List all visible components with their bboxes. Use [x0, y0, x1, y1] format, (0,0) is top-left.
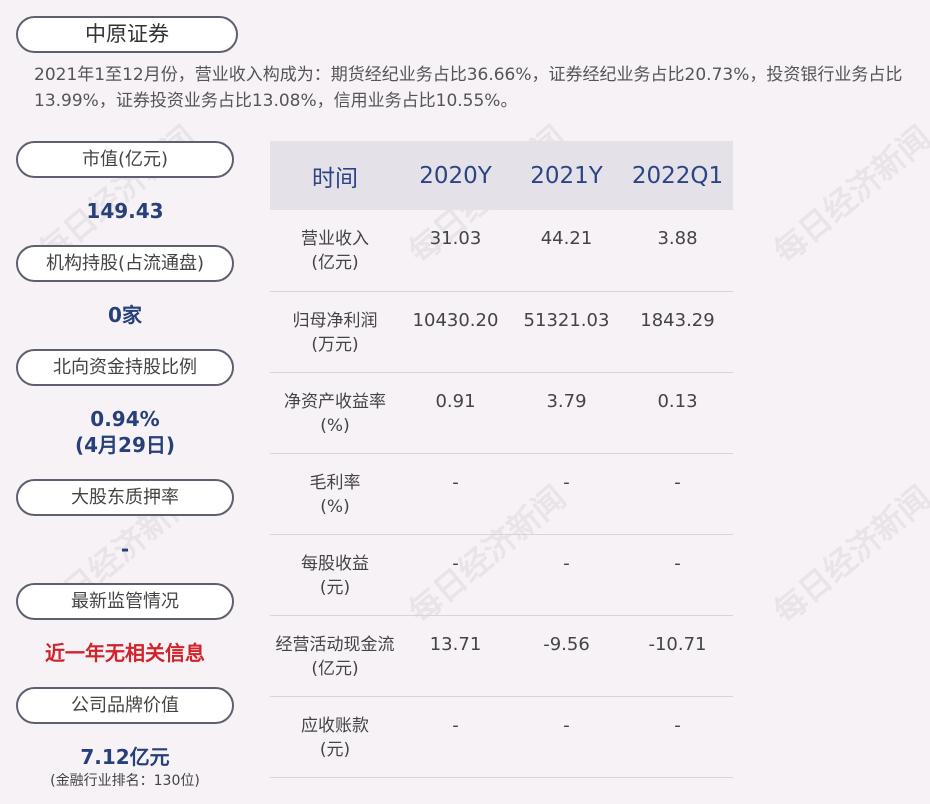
regulation-label: 最新监管情况	[16, 583, 234, 620]
table-cell: 3.88	[622, 210, 733, 292]
table-cell: 1843.29	[622, 291, 733, 373]
northbound-value: 0.94%	[90, 407, 160, 431]
row-label: 应收账款 (元)	[270, 696, 400, 778]
brand-value-label: 公司品牌价值	[16, 687, 234, 724]
northbound-date: (4月29日)	[74, 433, 176, 457]
regulation-value: 近一年无相关信息	[45, 641, 205, 665]
table-cell: -	[511, 696, 622, 778]
row-label: 归母净利润 (万元)	[270, 291, 400, 373]
northbound-label: 北向资金持股比例	[16, 349, 234, 386]
table-cell: -	[400, 696, 511, 778]
row-label: 经营活动现金流 (亿元)	[270, 615, 400, 697]
table-cell: 51321.03	[511, 291, 622, 373]
revenue-summary: 2021年1至12月份，营业收入构成为：期货经纪业务占比36.66%，证券经纪业…	[34, 65, 903, 111]
pledge-value: -	[120, 537, 130, 561]
table-row: 经营活动现金流 (亿元) 13.71 -9.56 -10.71	[270, 615, 733, 697]
table-cell: -	[400, 534, 511, 616]
table-row: 毛利率 (%) - - -	[270, 453, 733, 535]
table-row: 营业收入 (亿元) 31.03 44.21 3.88	[270, 210, 733, 292]
table-cell: -	[622, 696, 733, 778]
table-cell: -	[622, 453, 733, 535]
market-cap-label: 市值(亿元)	[16, 141, 234, 178]
company-name: 中原证券	[16, 16, 238, 53]
column-header: 2022Q1	[622, 141, 733, 210]
financial-table: 时间 2020Y 2021Y 2022Q1 营业收入 (亿元) 31.03 44.…	[270, 141, 733, 778]
institution-holding-value: 0家	[108, 303, 142, 327]
row-label: 每股收益 (元)	[270, 534, 400, 616]
column-header: 2020Y	[400, 141, 511, 210]
table-row: 净资产收益率 (%) 0.91 3.79 0.13	[270, 372, 733, 454]
table-cell: -	[511, 534, 622, 616]
brand-value: 7.12亿元	[80, 745, 170, 769]
table-cell: 0.91	[400, 372, 511, 454]
table-cell: -9.56	[511, 615, 622, 697]
brand-rank: (金融行业排名：130位)	[50, 773, 200, 789]
table-cell: 13.71	[400, 615, 511, 697]
table-cell: -	[622, 534, 733, 616]
watermark: 每日经济新闻	[766, 118, 930, 271]
table-cell: -	[400, 453, 511, 535]
row-label: 净资产收益率 (%)	[270, 372, 400, 454]
table-cell: -10.71	[622, 615, 733, 697]
table-cell: 10430.20	[400, 291, 511, 373]
row-label: 营业收入 (亿元)	[270, 210, 400, 292]
table-cell: 44.21	[511, 210, 622, 292]
row-label: 毛利率 (%)	[270, 453, 400, 535]
market-cap-value: 149.43	[86, 199, 164, 223]
column-header: 时间	[270, 141, 400, 210]
table-cell: -	[511, 453, 622, 535]
watermark: 每日经济新闻	[766, 478, 930, 631]
table-cell: 0.13	[622, 372, 733, 454]
institution-holding-label: 机构持股(占流通盘)	[16, 245, 234, 282]
column-header: 2021Y	[511, 141, 622, 210]
table-row: 归母净利润 (万元) 10430.20 51321.03 1843.29	[270, 291, 733, 373]
table-cell: 3.79	[511, 372, 622, 454]
table-header-row: 时间 2020Y 2021Y 2022Q1	[270, 141, 733, 210]
table-row: 每股收益 (元) - - -	[270, 534, 733, 616]
pledge-label: 大股东质押率	[16, 479, 234, 516]
table-row: 应收账款 (元) - - -	[270, 696, 733, 778]
table-cell: 31.03	[400, 210, 511, 292]
